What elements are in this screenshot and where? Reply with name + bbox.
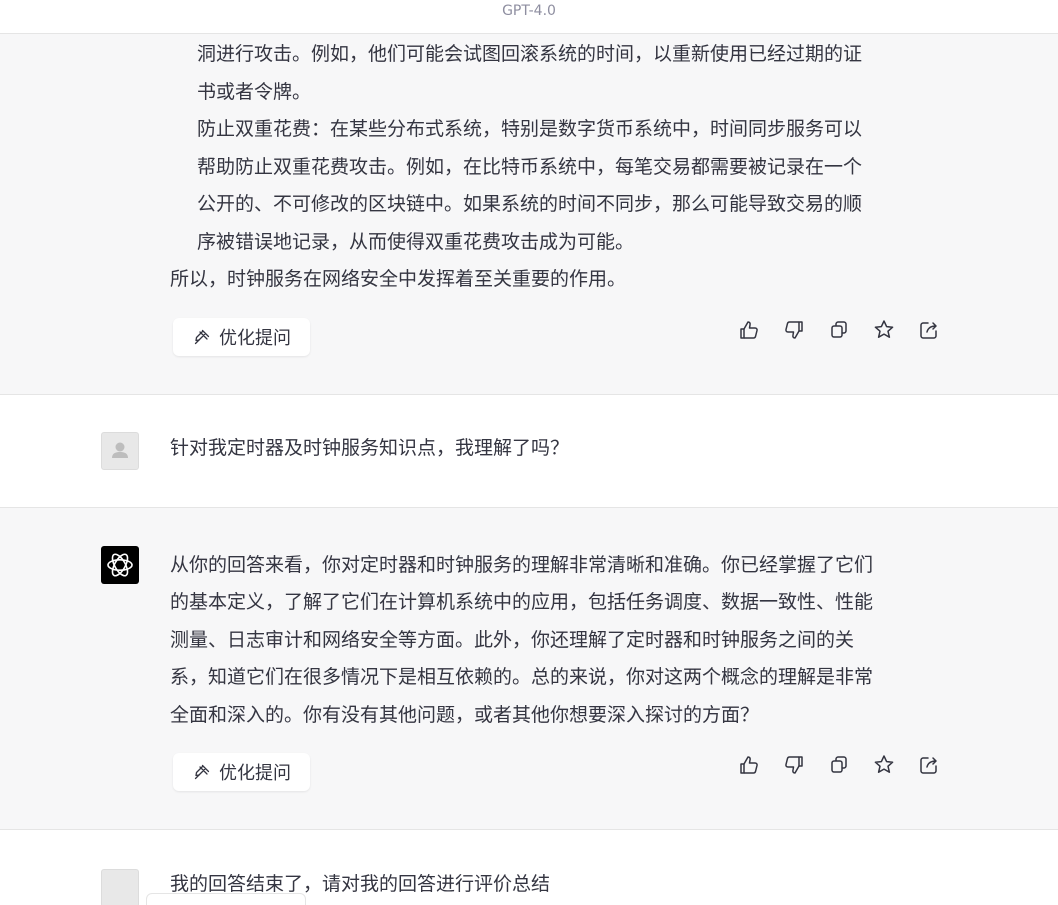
model-title: GPT-4.0 [502,3,556,19]
viewport-clip: 我的回答结束了，请对我的回答进行评价总结 [0,0,1058,905]
user-avatar-icon [101,869,139,905]
top-bar: GPT-4.0 [0,0,1058,34]
input-box-edge[interactable] [146,893,306,905]
